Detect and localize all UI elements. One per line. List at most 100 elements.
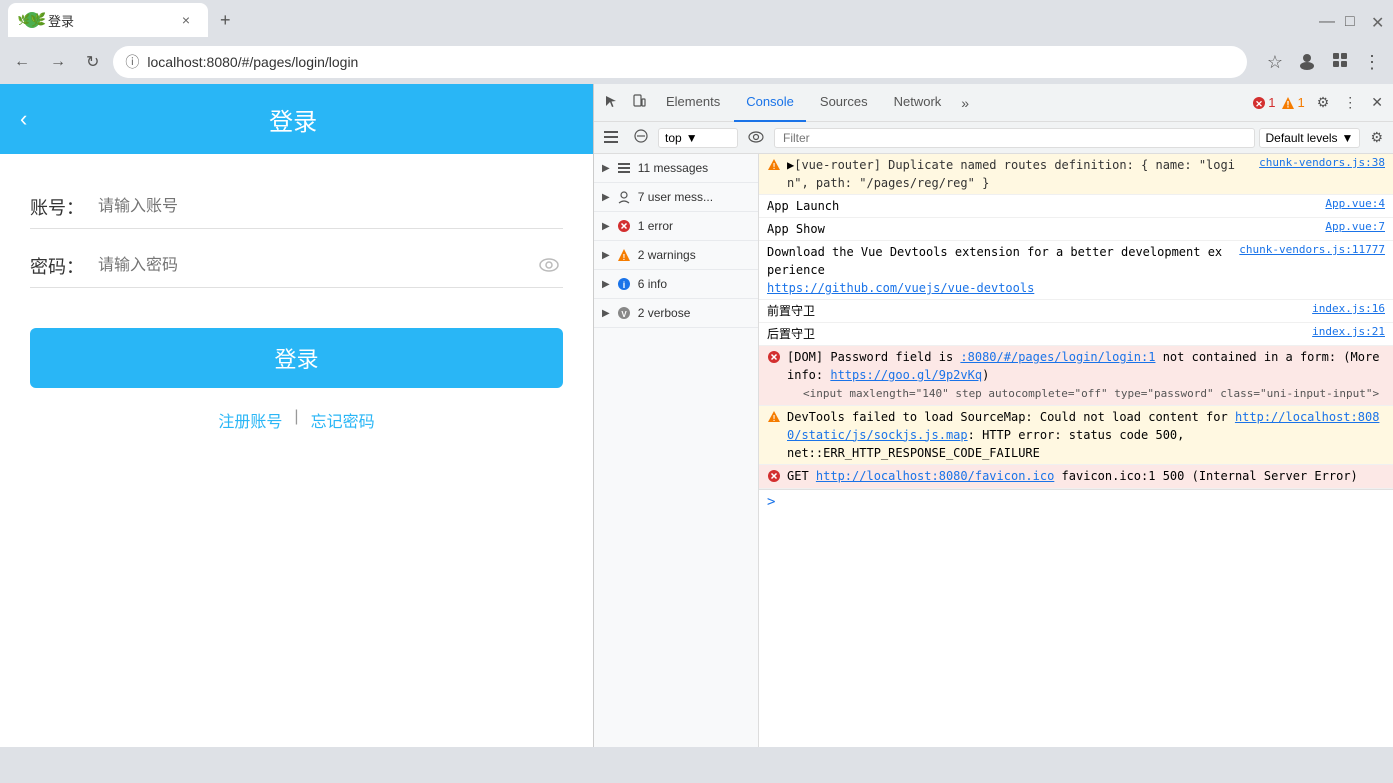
log-text-app-launch: App Launch (767, 197, 1313, 215)
devtools-settings-btn[interactable]: ⚙ (1311, 90, 1336, 115)
account-row: 账号： (30, 194, 563, 229)
sidebar-toggle-btn[interactable] (598, 126, 624, 150)
error-count[interactable]: ✕ 1 (1252, 95, 1275, 110)
log-text-favicon: GET http://localhost:8080/favicon.ico fa… (787, 467, 1385, 485)
refresh-btn[interactable]: ↻ (80, 48, 105, 76)
title-bar: 🌿 登录 × + — □ ✕ (0, 0, 1393, 40)
eye-icon[interactable] (535, 256, 563, 277)
tab-elements[interactable]: Elements (654, 84, 732, 122)
log-text-vue-devtools: Download the Vue Devtools extension for … (767, 243, 1227, 297)
profile-icon[interactable] (1293, 46, 1321, 79)
log-entry-before-guard: 前置守卫 index.js:16 (759, 300, 1393, 323)
sidebar-item-verbose[interactable]: ▶ V 2 verbose (594, 299, 758, 328)
errors-icon (616, 218, 632, 234)
log-text-app-show: App Show (767, 220, 1313, 238)
errors-label: 1 error (638, 219, 750, 233)
log-entry-app-launch: App Launch App.vue:4 (759, 195, 1393, 218)
log-text-before-guard: 前置守卫 (767, 302, 1300, 320)
account-label: 账号： (30, 194, 90, 220)
console-settings-btn[interactable]: ⚙ (1364, 125, 1389, 150)
address-bar: ← → ↻ ⓘ localhost:8080/#/pages/login/log… (0, 40, 1393, 84)
tab-network[interactable]: Network (882, 84, 954, 122)
svg-text:!: ! (772, 414, 777, 423)
back-btn[interactable]: ← (8, 49, 36, 75)
login-page: ‹ 登录 账号： 密码： 登录 注册账号 | (0, 84, 593, 747)
console-prompt-row: > (759, 489, 1393, 514)
dom-source-link[interactable]: :8080/#/pages/login/login:1 (960, 350, 1155, 364)
verbose-icon: V (616, 305, 632, 321)
more-options-icon[interactable]: ⋮ (1359, 48, 1385, 77)
log-source-after-guard[interactable]: index.js:21 (1312, 325, 1385, 338)
log-entry-favicon-error: GET http://localhost:8080/favicon.ico fa… (759, 465, 1393, 489)
warnings-label: 2 warnings (638, 248, 750, 262)
log-text-dom-password: [DOM] Password field is :8080/#/pages/lo… (787, 348, 1385, 403)
favicon-link[interactable]: http://localhost:8080/favicon.ico (816, 469, 1054, 483)
maximize-btn[interactable]: □ (1345, 13, 1359, 27)
login-submit-btn[interactable]: 登录 (30, 328, 563, 388)
dom-info-link[interactable]: https://goo.gl/9p2vKq (830, 368, 982, 382)
browser-tab[interactable]: 🌿 登录 × (8, 3, 208, 37)
window-controls: — □ ✕ (1319, 13, 1385, 27)
sidebar-item-user-messages[interactable]: ▶ 7 user mess... (594, 183, 758, 212)
login-links: 注册账号 | 忘记密码 (218, 408, 374, 432)
devtools-toolbar: Elements Console Sources Network » ✕ 1 !… (594, 84, 1393, 122)
extensions-icon[interactable] (1327, 47, 1353, 78)
warn-count[interactable]: ! 1 (1281, 95, 1304, 110)
eye-console-btn[interactable] (742, 126, 770, 150)
tab-console[interactable]: Console (734, 84, 806, 122)
svg-text:!: ! (772, 162, 777, 171)
expand-arrow: ▶ (602, 279, 610, 290)
window-close-btn[interactable]: ✕ (1371, 13, 1385, 27)
sidebar-item-errors[interactable]: ▶ 1 error (594, 212, 758, 241)
password-input[interactable] (90, 253, 535, 279)
sidebar-item-all-messages[interactable]: ▶ 11 messages (594, 154, 758, 183)
address-input-wrap[interactable]: ⓘ localhost:8080/#/pages/login/login (113, 46, 1246, 78)
all-messages-icon (616, 160, 632, 176)
svg-text:V: V (621, 310, 627, 319)
console-context-selector[interactable]: top ▼ (658, 128, 738, 148)
svg-text:!: ! (1287, 99, 1290, 109)
info-icon: i (616, 276, 632, 292)
sourcemap-link[interactable]: http://localhost:8080/static/js/sockjs.j… (787, 410, 1379, 442)
console-levels-dropdown[interactable]: Default levels ▼ (1259, 128, 1361, 148)
expand-arrow: ▶ (602, 250, 610, 261)
tab-sources[interactable]: Sources (808, 84, 880, 122)
devtools-cursor-btn[interactable] (598, 90, 624, 115)
log-text-after-guard: 后置守卫 (767, 325, 1300, 343)
log-source-app-launch[interactable]: App.vue:4 (1325, 197, 1385, 210)
log-entry-dom-password: [DOM] Password field is :8080/#/pages/lo… (759, 346, 1393, 406)
tab-favicon: 🌿 (24, 12, 40, 28)
clear-console-btn[interactable] (628, 125, 654, 150)
forgot-link[interactable]: 忘记密码 (311, 408, 375, 432)
console-input[interactable] (779, 495, 1385, 509)
forward-btn[interactable]: → (44, 49, 72, 75)
vue-devtools-link[interactable]: https://github.com/vuejs/vue-devtools (767, 281, 1034, 295)
warn-icon: ! (767, 156, 783, 174)
log-source-app-show[interactable]: App.vue:7 (1325, 220, 1385, 233)
new-tab-btn[interactable]: + (212, 6, 239, 35)
devtools-menu-btn[interactable]: ⋮ (1337, 90, 1363, 115)
account-input[interactable] (90, 194, 563, 220)
log-source-before-guard[interactable]: index.js:16 (1312, 302, 1385, 315)
back-btn-login[interactable]: ‹ (20, 106, 27, 132)
devtools-close-btn[interactable]: ✕ (1365, 90, 1389, 115)
svg-text:✕: ✕ (1255, 99, 1263, 109)
main-content: ‹ 登录 账号： 密码： 登录 注册账号 | (0, 84, 1393, 747)
console-filter-input[interactable] (774, 128, 1255, 148)
sidebar-item-warnings[interactable]: ▶ ! 2 warnings (594, 241, 758, 270)
tab-close-btn[interactable]: × (180, 10, 192, 30)
user-messages-icon (616, 189, 632, 205)
log-source-vue-router[interactable]: chunk-vendors.js:38 (1259, 156, 1385, 169)
sidebar-item-info[interactable]: ▶ i 6 info (594, 270, 758, 299)
minimize-btn[interactable]: — (1319, 13, 1333, 27)
user-messages-label: 7 user mess... (638, 190, 750, 204)
more-tabs-btn[interactable]: » (955, 91, 975, 115)
log-source-vue-devtools[interactable]: chunk-vendors.js:11777 (1239, 243, 1385, 256)
register-link[interactable]: 注册账号 (218, 408, 282, 432)
bookmark-icon[interactable]: ☆ (1263, 48, 1287, 77)
warnings-icon: ! (616, 247, 632, 263)
devtools-device-btn[interactable] (626, 90, 652, 115)
login-body: 账号： 密码： 登录 注册账号 | 忘记密码 (0, 154, 593, 747)
error-icon-dom (767, 348, 783, 367)
login-page-title: 登录 (43, 102, 543, 137)
